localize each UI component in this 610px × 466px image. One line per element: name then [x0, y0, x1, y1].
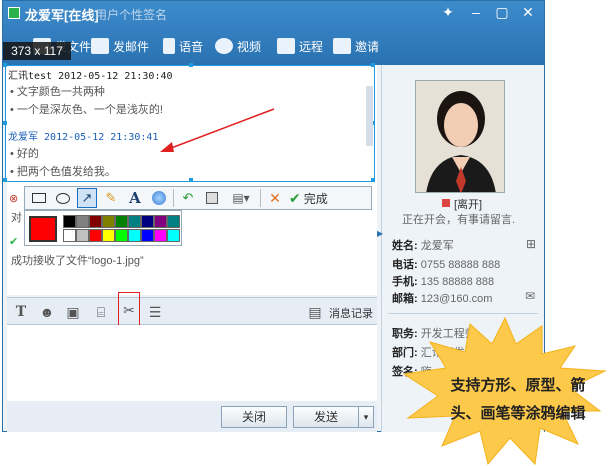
toolbar-label: 视频	[237, 39, 262, 54]
undo-icon[interactable]: ↶	[178, 188, 198, 208]
selection-size-label: 373 x 117	[3, 42, 71, 60]
color-palette	[24, 210, 182, 246]
collapse-panel-icon[interactable]: ▶	[377, 229, 383, 238]
file-received-text: 成功接收了文件“logo-1.jpg”	[11, 255, 144, 267]
info-name: 姓名: 龙爱军	[392, 240, 454, 252]
color-swatch[interactable]	[167, 215, 180, 228]
color-swatch[interactable]	[154, 229, 167, 242]
contact-status-message: 正在开会，有事请留言.	[402, 214, 516, 226]
contact-signature: 用户个性签名	[95, 8, 168, 22]
error-icon: ⊗	[9, 193, 19, 205]
image-icon[interactable]: ▣	[65, 304, 81, 320]
toolbar-voice[interactable]: 语音	[163, 35, 203, 57]
color-swatch[interactable]	[141, 215, 154, 228]
done-label: 完成	[303, 191, 328, 206]
toolbar-invite[interactable]: 邀请	[333, 35, 379, 57]
drawing-toolbar: ↗ ✎ A ↶ ▤▾ ✕ ✔ 完成	[24, 186, 372, 210]
divider	[388, 313, 538, 314]
info-mobile: 手机: 135 88888 888	[392, 276, 495, 288]
toolbar-label: 发邮件	[113, 39, 150, 54]
screenshot-selection[interactable]: 汇讯test 2012-05-12 21:30:40 • 文字颜色一共两种 • …	[3, 63, 375, 182]
color-swatch[interactable]	[128, 215, 141, 228]
toolbar-video[interactable]: 视频	[215, 35, 261, 57]
ellipse-tool-icon[interactable]	[53, 188, 73, 208]
cancel-icon[interactable]: ✕	[265, 188, 285, 208]
color-swatch[interactable]	[102, 229, 115, 242]
mail-icon[interactable]: ✉	[525, 289, 535, 303]
close-window-button[interactable]: ✕	[517, 3, 539, 21]
send-button[interactable]: 发送	[293, 406, 359, 428]
bottom-bar: 关闭 发送 ▾	[7, 401, 377, 432]
toolbar-label: 邀请	[355, 39, 380, 54]
color-swatch[interactable]	[115, 215, 128, 228]
current-color-swatch	[29, 216, 57, 242]
microphone-icon	[163, 38, 175, 54]
toolbar-send-mail[interactable]: 发邮件	[91, 35, 149, 57]
message-history-link[interactable]: 消息记录	[329, 305, 373, 321]
toolbar-remote[interactable]: 远程	[277, 35, 323, 57]
toolbar-label: 语音	[179, 39, 204, 54]
callout-text: 支持方形、原型、箭头、画笔等涂鸦编辑	[450, 377, 586, 422]
input-toolbar: T ☻ ▣ ⌸ ✂ ☰ ▤ 消息记录	[7, 292, 377, 326]
arrow-tool-icon[interactable]: ↗	[77, 188, 97, 208]
rectangle-tool-icon[interactable]	[29, 188, 49, 208]
envelope-icon	[91, 38, 109, 54]
maximize-button[interactable]: ▢	[491, 3, 513, 21]
color-swatch[interactable]	[141, 229, 154, 242]
emoji-icon[interactable]: ☻	[39, 304, 55, 320]
titlebar: 龙爱军[在线] 用户个性签名 ✦ – ▢ ✕ 发文件 发邮件 语音 视频 远程 …	[3, 1, 544, 65]
color-swatch[interactable]	[76, 229, 89, 242]
minimize-button[interactable]: –	[465, 3, 487, 21]
pin-icon[interactable]: ✦	[437, 3, 459, 21]
copy-dropdown-icon[interactable]: ▤▾	[226, 188, 256, 208]
contact-title: 龙爱军[在线]	[25, 8, 99, 23]
message-input[interactable]	[7, 325, 377, 401]
save-icon[interactable]	[202, 188, 222, 208]
color-swatch[interactable]	[128, 229, 141, 242]
success-icon: ✔	[9, 236, 19, 248]
drawn-arrow	[160, 108, 275, 152]
send-options-dropdown[interactable]: ▾	[358, 406, 374, 428]
color-swatch[interactable]	[167, 229, 180, 242]
remote-desktop-icon	[277, 38, 295, 54]
color-swatch[interactable]	[89, 215, 102, 228]
close-button[interactable]: 关闭	[221, 406, 287, 428]
contact-status: [离开]	[454, 199, 483, 211]
camera-icon	[215, 38, 233, 54]
font-icon[interactable]: T	[13, 304, 29, 320]
toolbar-label: 远程	[299, 39, 324, 54]
chat-partial-text: 对	[11, 212, 22, 224]
color-swatch[interactable]	[115, 229, 128, 242]
away-status-icon	[442, 199, 450, 207]
mosaic-tool-icon[interactable]	[149, 188, 169, 208]
history-icon: ▤	[308, 304, 322, 320]
info-phone: 电话: 0755 88888 888	[392, 259, 501, 271]
invite-chat-icon	[333, 38, 351, 54]
color-swatch[interactable]	[89, 229, 102, 242]
done-button[interactable]: ✔ 完成	[289, 190, 328, 207]
app-logo-icon	[8, 7, 20, 19]
text-tool-icon[interactable]: A	[125, 188, 145, 208]
list-icon[interactable]: ☰	[147, 304, 163, 320]
color-swatch[interactable]	[154, 215, 167, 228]
color-swatch[interactable]	[63, 229, 76, 242]
screenshot-icon[interactable]: ⌸	[93, 304, 109, 320]
check-icon: ✔	[289, 189, 301, 206]
color-swatch[interactable]	[76, 215, 89, 228]
brush-tool-icon[interactable]: ✎	[101, 188, 121, 208]
add-contact-icon[interactable]: ⊞	[526, 237, 536, 251]
color-swatch[interactable]	[63, 215, 76, 228]
color-swatch[interactable]	[102, 215, 115, 228]
avatar-photo	[416, 81, 504, 192]
contact-avatar	[415, 80, 505, 193]
info-email: 邮箱: 123@160.com	[392, 293, 493, 305]
scissors-icon[interactable]: ✂	[118, 292, 140, 326]
